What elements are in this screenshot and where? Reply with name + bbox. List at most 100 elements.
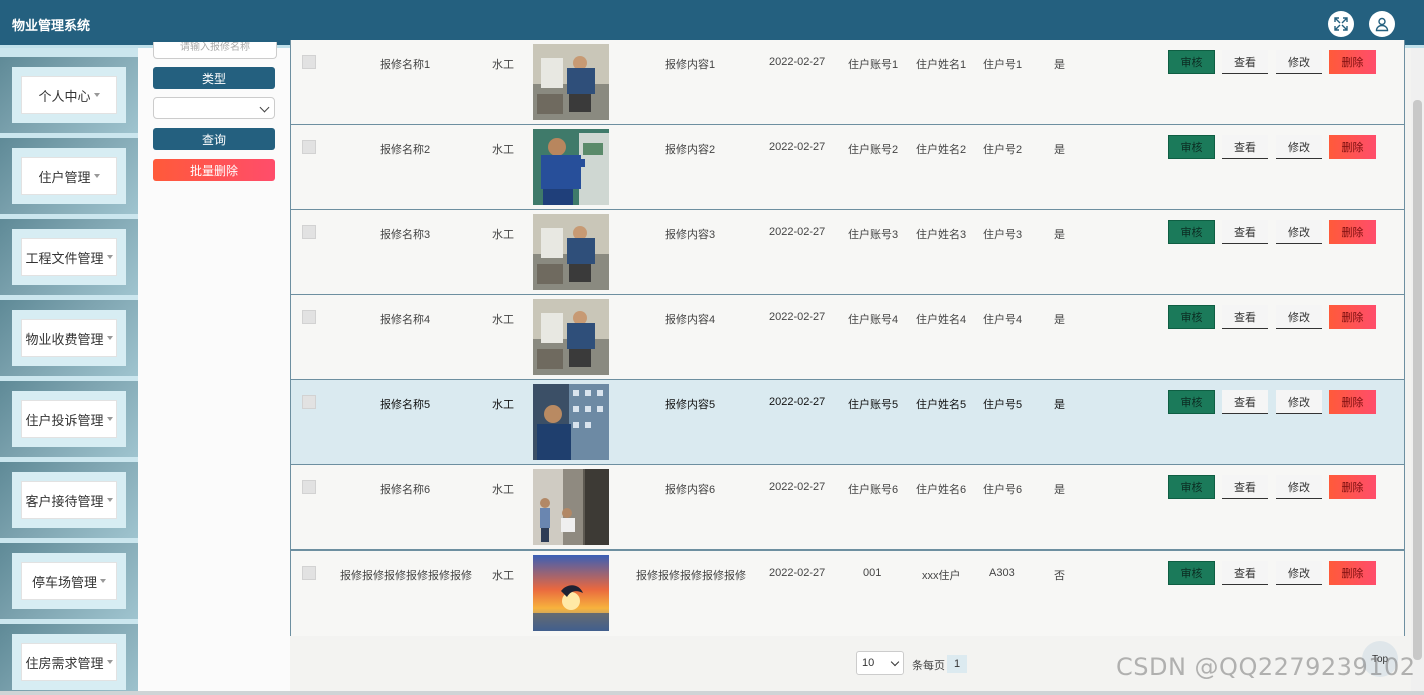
user-icon [1375, 17, 1389, 32]
caret-down-icon [106, 336, 113, 340]
table-row[interactable]: 报修名称6 水工 报修内容6 2022-02-27 住户账号6 住户姓名6 住户… [291, 465, 1404, 550]
table-row[interactable]: 报修报修报修报修报修报修 水工 报修报修报修报修报修 2022-02-27 00… [291, 550, 1404, 636]
sidebar-item-label: 住房需求管理 [25, 655, 104, 671]
caret-down-icon [106, 417, 113, 421]
resident-account: 住户账号3 [848, 229, 899, 241]
sidebar-item-complaints[interactable]: 住户投诉管理 [0, 381, 138, 457]
row-checkbox[interactable] [302, 140, 316, 154]
view-button[interactable]: 查看 [1222, 305, 1268, 329]
repair-name: 报修名称6 [380, 484, 431, 496]
resident-unit: 住户号5 [983, 399, 1023, 411]
page-number-button[interactable]: 1 [947, 655, 967, 673]
audit-button[interactable]: 审核 [1168, 220, 1215, 244]
edit-button[interactable]: 修改 [1276, 561, 1322, 585]
sidebar-item-reception[interactable]: 客户接待管理 [0, 462, 138, 538]
user-button[interactable] [1369, 11, 1395, 37]
chevron-down-icon [890, 657, 900, 667]
audit-button[interactable]: 审核 [1168, 305, 1215, 329]
repair-type: 水工 [492, 314, 514, 326]
repair-content: 报修内容6 [665, 484, 716, 496]
sidebar-item-label: 住户投诉管理 [25, 412, 104, 428]
audit-button[interactable]: 审核 [1168, 561, 1215, 585]
resident-account: 001 [863, 567, 882, 579]
row-checkbox[interactable] [302, 55, 316, 69]
table-row[interactable]: 报修名称2 水工 报修内容2 2022-02-27 住户账号2 住户姓名2 住户… [291, 125, 1404, 210]
audit-button[interactable]: 审核 [1168, 390, 1215, 414]
repair-photo [533, 555, 609, 631]
view-button[interactable]: 查看 [1222, 50, 1268, 74]
audit-button[interactable]: 审核 [1168, 475, 1215, 499]
resident-name: 住户姓名4 [916, 314, 967, 326]
resident-name: 住户姓名6 [916, 484, 967, 496]
repair-content: 报修报修报修报修报修 [636, 570, 746, 582]
audit-status: 是 [1054, 314, 1065, 326]
repair-name: 报修名称2 [380, 144, 431, 156]
chevron-down-icon [259, 102, 270, 113]
delete-button[interactable]: 删除 [1329, 305, 1376, 329]
delete-button[interactable]: 删除 [1329, 561, 1376, 585]
table-row[interactable]: 报修名称4 水工 报修内容4 2022-02-27 住户账号4 住户姓名4 住户… [291, 295, 1404, 380]
audit-status: 是 [1054, 229, 1065, 241]
edit-button[interactable]: 修改 [1276, 475, 1322, 499]
sidebar-item-engineering-files[interactable]: 工程文件管理 [0, 219, 138, 295]
fullscreen-button[interactable] [1328, 11, 1354, 37]
repair-date: 2022-02-27 [769, 481, 826, 493]
delete-button[interactable]: 删除 [1329, 220, 1376, 244]
table-row[interactable]: 报修名称3 水工 报修内容3 2022-02-27 住户账号3 住户姓名3 住户… [291, 210, 1404, 295]
row-checkbox[interactable] [302, 310, 316, 324]
sidebar-item-label: 物业收费管理 [25, 331, 104, 347]
sidebar-item-residents[interactable]: 住户管理 [0, 138, 138, 214]
sidebar-item-housing-demand[interactable]: 住房需求管理 [0, 624, 138, 695]
row-checkbox[interactable] [302, 566, 316, 580]
repair-content: 报修内容4 [665, 314, 716, 326]
audit-button[interactable]: 审核 [1168, 135, 1215, 159]
repair-name-search-input[interactable]: 请输入报修名称 [153, 42, 277, 59]
view-button[interactable]: 查看 [1222, 135, 1268, 159]
view-button[interactable]: 查看 [1222, 390, 1268, 414]
repair-photo [533, 44, 609, 120]
type-select[interactable] [153, 97, 275, 119]
scrollbar-thumb[interactable] [1413, 100, 1422, 660]
sidebar-item-parking[interactable]: 停车场管理 [0, 543, 138, 619]
row-checkbox[interactable] [302, 225, 316, 239]
repair-table: 报修名称1 水工 报修内容1 2022-02-27 住户账号1 住户姓名1 住户… [290, 40, 1405, 636]
repair-content: 报修内容5 [665, 399, 716, 411]
row-checkbox[interactable] [302, 480, 316, 494]
table-row[interactable]: 报修名称5 水工 报修内容5 2022-02-27 住户账号5 住户姓名5 住户… [291, 380, 1404, 465]
delete-button[interactable]: 删除 [1329, 390, 1376, 414]
type-button[interactable]: 类型 [153, 67, 275, 89]
page-size-select[interactable]: 10 [856, 651, 904, 675]
resident-account: 住户账号4 [848, 314, 899, 326]
edit-button[interactable]: 修改 [1276, 50, 1322, 74]
edit-button[interactable]: 修改 [1276, 135, 1322, 159]
repair-type: 水工 [492, 229, 514, 241]
batch-delete-button[interactable]: 批量删除 [153, 159, 275, 181]
sidebar-item-property-fees[interactable]: 物业收费管理 [0, 300, 138, 376]
watermark: CSDN @QQ2279239102 [1116, 653, 1416, 681]
delete-button[interactable]: 删除 [1329, 475, 1376, 499]
audit-button[interactable]: 审核 [1168, 50, 1215, 74]
view-button[interactable]: 查看 [1222, 475, 1268, 499]
edit-button[interactable]: 修改 [1276, 305, 1322, 329]
resident-unit: 住户号6 [983, 484, 1023, 496]
repair-type: 水工 [492, 570, 514, 582]
resident-unit: 住户号2 [983, 144, 1023, 156]
audit-status: 否 [1054, 570, 1065, 582]
search-button[interactable]: 查询 [153, 128, 275, 150]
row-checkbox[interactable] [302, 395, 316, 409]
repair-photo [533, 129, 609, 205]
delete-button[interactable]: 删除 [1329, 135, 1376, 159]
audit-status: 是 [1054, 484, 1065, 496]
sidebar-item-personal-center[interactable]: 个人中心 [0, 57, 138, 133]
filter-panel: 请输入报修名称 类型 查询 批量删除 [138, 42, 290, 695]
edit-button[interactable]: 修改 [1276, 220, 1322, 244]
delete-button[interactable]: 删除 [1329, 50, 1376, 74]
view-button[interactable]: 查看 [1222, 561, 1268, 585]
table-row[interactable]: 报修名称1 水工 报修内容1 2022-02-27 住户账号1 住户姓名1 住户… [291, 40, 1404, 125]
audit-status: 是 [1054, 144, 1065, 156]
sidebar-item-label: 住户管理 [38, 169, 91, 185]
edit-button[interactable]: 修改 [1276, 390, 1322, 414]
repair-date: 2022-02-27 [769, 141, 826, 153]
repair-date: 2022-02-27 [769, 567, 826, 579]
view-button[interactable]: 查看 [1222, 220, 1268, 244]
